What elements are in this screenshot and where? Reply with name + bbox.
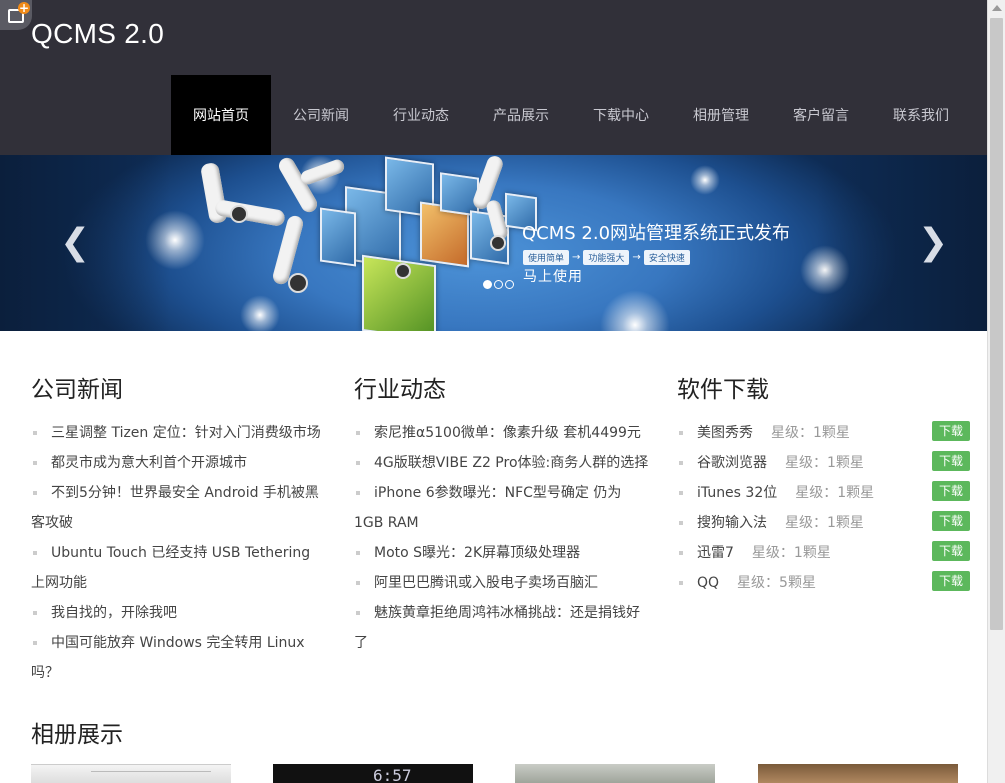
news-item[interactable]: 三星调整 Tizen 定位：针对入门消费级市场 — [31, 418, 321, 448]
light-glow — [240, 295, 280, 331]
arrow-right-icon: → — [572, 252, 581, 263]
rating-text: 星级：1颗星 — [785, 455, 864, 471]
nav-item-album[interactable]: 相册管理 — [671, 75, 771, 155]
download-button[interactable]: 下载 — [931, 481, 970, 501]
arrow-right-icon: → — [632, 252, 641, 263]
banner-tag: 安全快速 — [643, 250, 690, 265]
robot-arm — [214, 199, 286, 227]
news-item[interactable]: Moto S曝光：2K屏幕顶级处理器 — [354, 538, 650, 568]
main-nav: 网站首页 公司新闻 行业动态 产品展示 下载中心 相册管理 客户留言 联系我们 — [171, 75, 971, 155]
slide-indicators — [483, 280, 514, 289]
slide-dot-3[interactable] — [505, 280, 514, 289]
nav-item-products[interactable]: 产品展示 — [471, 75, 571, 155]
section-title: 软件下载 — [677, 377, 769, 403]
rating-text: 星级：1颗星 — [771, 425, 850, 441]
news-item[interactable]: 4G版联想VIBE Z2 Pro体验:商务人群的选择 — [354, 448, 650, 478]
software-name[interactable]: iTunes 32位 — [697, 485, 777, 501]
news-list: 三星调整 Tizen 定位：针对入门消费级市场 都灵市成为意大利首个开源城市 不… — [31, 418, 321, 688]
download-list: 美图秀秀 星级：1颗星 下载 谷歌浏览器 星级：1颗星 下载 iTunes 32位 星级：… — [677, 418, 970, 598]
scroll-up-icon[interactable] — [992, 5, 1002, 11]
chevron-right-icon[interactable]: ❯ — [918, 225, 948, 261]
album-photo[interactable] — [31, 764, 231, 783]
download-item: iTunes 32位 星级：1颗星 下载 — [677, 478, 970, 508]
news-item[interactable]: Ubuntu Touch 已经支持 USB Tethering 上网功能 — [31, 538, 321, 598]
download-item: 迅雷7 星级：1颗星 下载 — [677, 538, 970, 568]
hero-banner[interactable]: QCMS 2.0网站管理系统正式发布 使用简单 → 功能强大 → 安全快速 马上… — [0, 155, 987, 331]
robot-joint — [288, 273, 308, 293]
software-download-section: 软件下载 美图秀秀 星级：1颗星 下载 谷歌浏览器 星级：1颗星 下载 iTunes 3… — [677, 370, 970, 598]
page: + QCMS 2.0 网站首页 公司新闻 行业动态 产品展示 下载中心 相册管理… — [0, 0, 987, 783]
industry-list: 索尼推α5100微单：像素升级 套机4499元 4G版联想VIBE Z2 Pro… — [354, 418, 650, 658]
nav-item-downloads[interactable]: 下载中心 — [571, 75, 671, 155]
nav-item-industry[interactable]: 行业动态 — [371, 75, 471, 155]
download-button[interactable]: 下载 — [931, 511, 970, 531]
album-photo[interactable] — [758, 764, 958, 783]
section-title: 行业动态 — [354, 377, 446, 403]
album-section-title: 相册展示 — [31, 722, 123, 748]
banner-cta[interactable]: 马上使用 — [523, 266, 583, 286]
news-item[interactable]: 都灵市成为意大利首个开源城市 — [31, 448, 321, 478]
banner-tag: 使用简单 — [523, 250, 570, 265]
download-button[interactable]: 下载 — [931, 451, 970, 471]
light-glow — [600, 290, 670, 331]
vertical-scrollbar[interactable] — [987, 0, 1005, 783]
robot-joint — [490, 235, 506, 251]
company-news-section: 公司新闻 三星调整 Tizen 定位：针对入门消费级市场 都灵市成为意大利首个开… — [31, 370, 321, 688]
industry-news-section: 行业动态 索尼推α5100微单：像素升级 套机4499元 4G版联想VIBE Z… — [354, 370, 650, 658]
banner-tags: 使用简单 → 功能强大 → 安全快速 — [523, 250, 690, 265]
news-item[interactable]: iPhone 6参数曝光：NFC型号确定 仍为1GB RAM — [354, 478, 650, 538]
news-item[interactable]: 索尼推α5100微单：像素升级 套机4499元 — [354, 418, 650, 448]
download-button[interactable]: 下载 — [931, 541, 970, 561]
album-photo[interactable]: 6:57 — [273, 764, 473, 783]
software-name[interactable]: QQ — [697, 575, 719, 591]
light-glow — [690, 165, 720, 195]
download-item: 搜狗输入法 星级：1颗星 下载 — [677, 508, 970, 538]
rating-text: 星级：5颗星 — [737, 575, 816, 591]
banner-tag: 功能强大 — [583, 250, 630, 265]
download-item: QQ 星级：5颗星 下载 — [677, 568, 970, 598]
robot-joint — [395, 263, 411, 279]
news-item[interactable]: 阿里巴巴腾讯或入股电子卖场百脑汇 — [354, 568, 650, 598]
site-header: + QCMS 2.0 网站首页 公司新闻 行业动态 产品展示 下载中心 相册管理… — [0, 0, 987, 155]
nav-item-contact[interactable]: 联系我们 — [871, 75, 971, 155]
slide-dot-1[interactable] — [483, 280, 492, 289]
banner-fade-right — [817, 155, 987, 331]
album-photo[interactable] — [515, 764, 715, 783]
software-name[interactable]: 迅雷7 — [697, 545, 734, 561]
section-title: 公司新闻 — [31, 377, 123, 403]
banner-title: QCMS 2.0网站管理系统正式发布 — [522, 223, 791, 244]
slide-dot-2[interactable] — [494, 280, 503, 289]
chevron-left-icon[interactable]: ❮ — [60, 225, 90, 261]
scrollbar-thumb[interactable] — [990, 18, 1003, 630]
site-title[interactable]: QCMS 2.0 — [31, 18, 164, 50]
download-item: 美图秀秀 星级：1颗星 下载 — [677, 418, 970, 448]
rating-text: 星级：1颗星 — [785, 515, 864, 531]
software-name[interactable]: 美图秀秀 — [697, 425, 753, 441]
news-item[interactable]: 魅族黄章拒绝周鸿祎冰桶挑战：还是捐钱好了 — [354, 598, 650, 658]
nav-item-company-news[interactable]: 公司新闻 — [271, 75, 371, 155]
nav-item-guestbook[interactable]: 客户留言 — [771, 75, 871, 155]
download-button[interactable]: 下载 — [931, 571, 970, 591]
news-item[interactable]: 我自找的，开除我吧 — [31, 598, 321, 628]
hologram-screen — [320, 207, 356, 267]
news-item[interactable]: 不到5分钟！世界最安全 Android 手机被黑客攻破 — [31, 478, 321, 538]
software-name[interactable]: 谷歌浏览器 — [697, 455, 767, 471]
news-item[interactable]: 中国可能放弃 Windows 完全转用 Linux 吗？ — [31, 628, 321, 688]
software-name[interactable]: 搜狗输入法 — [697, 515, 767, 531]
download-button[interactable]: 下载 — [931, 421, 970, 441]
rating-text: 星级：1颗星 — [795, 485, 875, 501]
download-item: 谷歌浏览器 星级：1颗星 下载 — [677, 448, 970, 478]
rating-text: 星级：1颗星 — [751, 545, 831, 561]
add-bookmark-icon[interactable]: + — [0, 0, 32, 30]
robot-joint — [230, 205, 248, 223]
nav-item-home[interactable]: 网站首页 — [171, 75, 271, 155]
